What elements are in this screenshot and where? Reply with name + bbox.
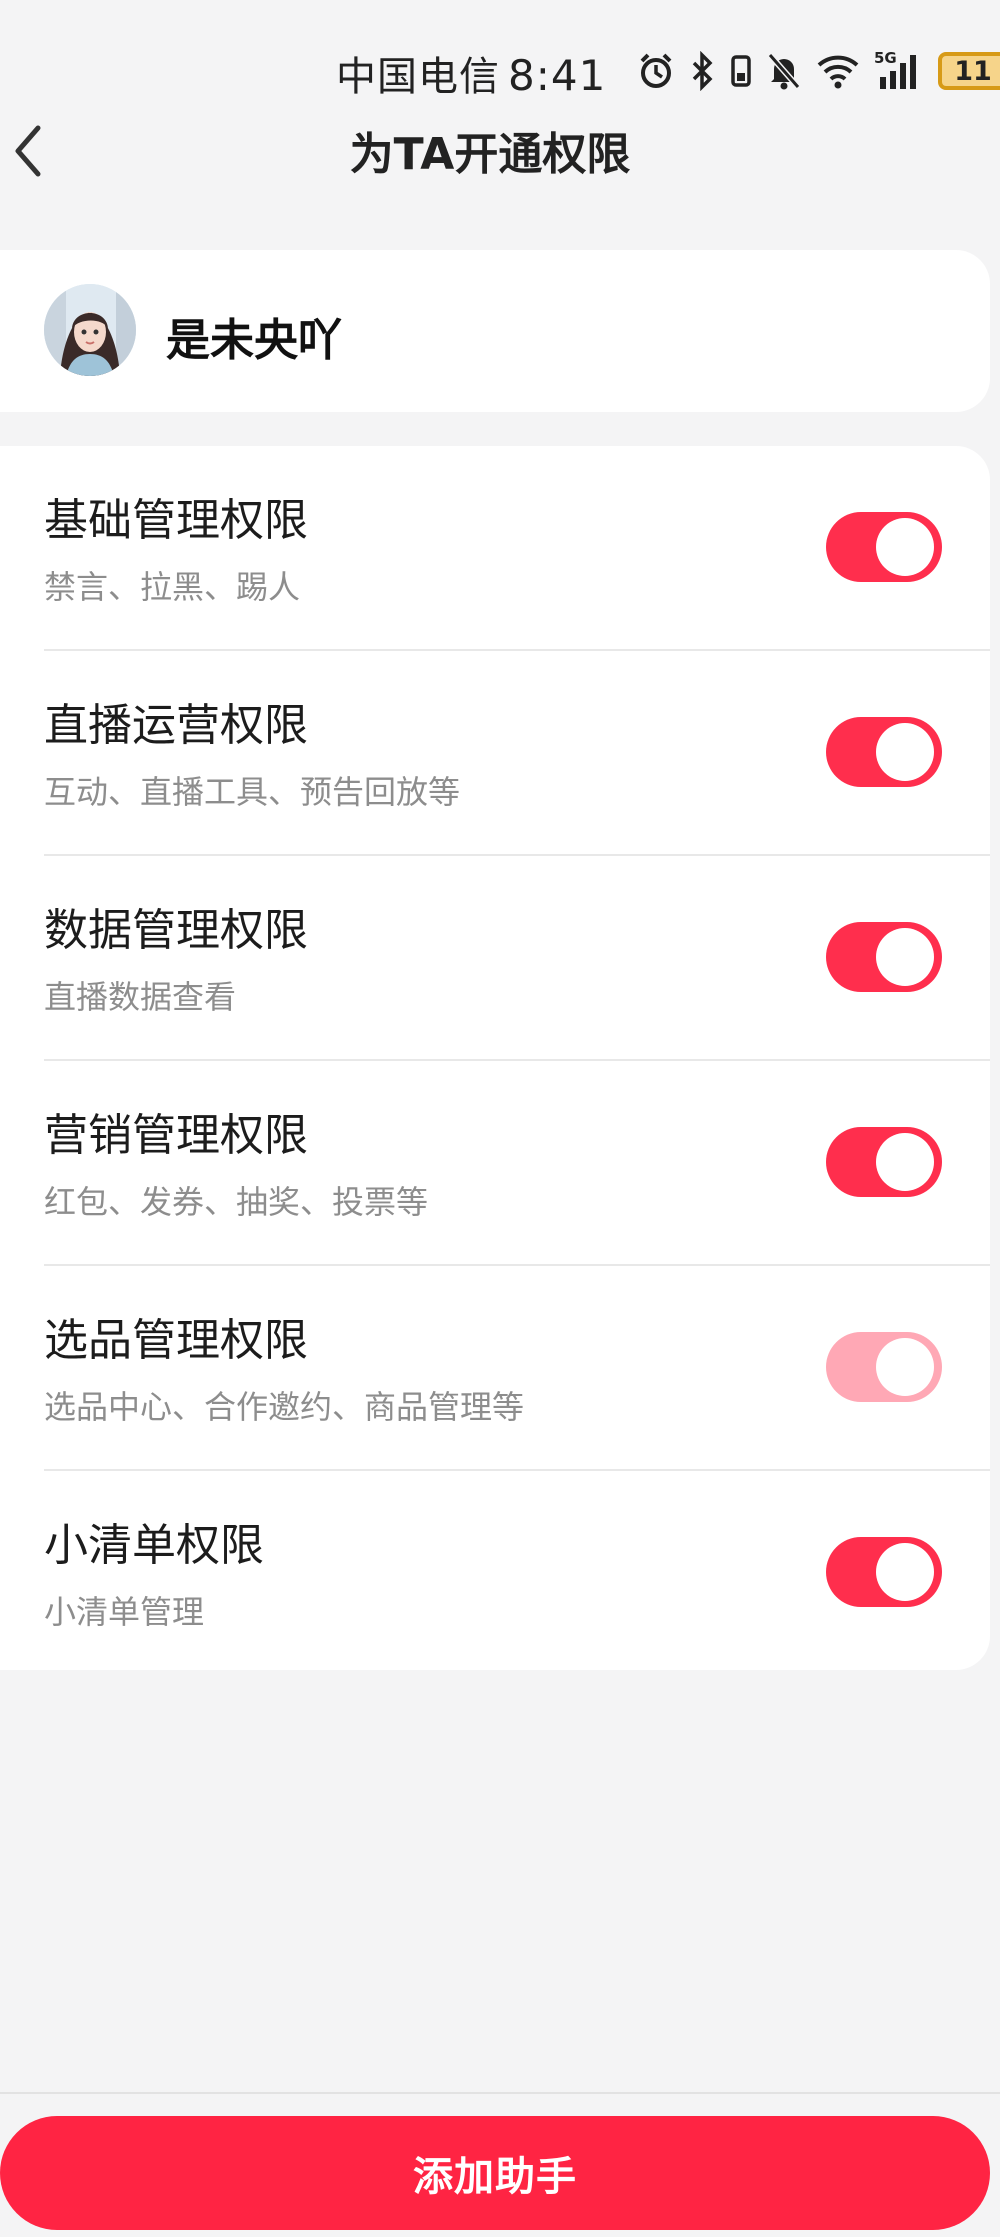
toggle-switch-disabled[interactable] xyxy=(826,1332,942,1402)
signal-icon: 5G xyxy=(874,51,924,91)
app-screen: 中国电信 8:41 5G 11 为TA开通权限 是未央吖 基础管理权限 禁言、拉… xyxy=(0,0,1000,2237)
permission-desc: 直播数据查看 xyxy=(44,978,237,1016)
permission-title: 基础管理权限 xyxy=(44,495,308,546)
status-left: 中国电信 8:41 xyxy=(336,44,606,102)
footer-divider xyxy=(0,2092,1000,2094)
permission-row-mini-list: 小清单权限 小清单管理 xyxy=(0,1471,990,1676)
battery-icon: 11 xyxy=(938,52,1000,90)
status-icons: 5G 11 xyxy=(636,48,1000,94)
toggle-switch[interactable] xyxy=(826,1537,942,1607)
permission-desc: 小清单管理 xyxy=(44,1593,205,1631)
user-card: 是未央吖 xyxy=(0,250,990,412)
permission-desc: 红包、发券、抽奖、投票等 xyxy=(44,1183,429,1221)
user-name: 是未央吖 xyxy=(166,315,342,366)
permission-desc: 选品中心、合作邀约、商品管理等 xyxy=(44,1388,525,1426)
permission-row-marketing: 营销管理权限 红包、发券、抽奖、投票等 xyxy=(0,1061,990,1266)
toggle-knob xyxy=(876,1543,934,1601)
toggle-knob xyxy=(876,1133,934,1191)
vibrate-icon xyxy=(730,51,752,91)
permission-row-data: 数据管理权限 直播数据查看 xyxy=(0,856,990,1061)
add-assistant-label: 添加助手 xyxy=(413,2154,577,2200)
permission-row-live-ops: 直播运营权限 互动、直播工具、预告回放等 xyxy=(0,651,990,856)
battery-level: 11 xyxy=(954,55,992,87)
toggle-switch[interactable] xyxy=(826,922,942,992)
permission-title: 营销管理权限 xyxy=(44,1110,308,1161)
alarm-icon xyxy=(636,51,676,91)
toggle-knob xyxy=(876,928,934,986)
permissions-card: 基础管理权限 禁言、拉黑、踢人 直播运营权限 互动、直播工具、预告回放等 数据管… xyxy=(0,446,990,1670)
page-title: 为TA开通权限 xyxy=(0,118,1000,182)
toggle-knob xyxy=(876,1338,934,1396)
add-assistant-button[interactable]: 添加助手 xyxy=(0,2116,990,2230)
mute-bell-icon xyxy=(766,51,802,91)
toggle-switch[interactable] xyxy=(826,717,942,787)
wifi-icon xyxy=(816,51,860,91)
toggle-knob xyxy=(876,723,934,781)
bluetooth-icon xyxy=(690,51,716,91)
permission-title: 数据管理权限 xyxy=(44,905,308,956)
permission-desc: 互动、直播工具、预告回放等 xyxy=(44,773,461,811)
toggle-switch[interactable] xyxy=(826,512,942,582)
toggle-switch[interactable] xyxy=(826,1127,942,1197)
page-title-text: 为TA开通权限 xyxy=(349,129,631,180)
permission-row-product-selection: 选品管理权限 选品中心、合作邀约、商品管理等 xyxy=(0,1266,990,1471)
carrier-label: 中国电信 xyxy=(336,54,500,100)
toggle-knob xyxy=(876,518,934,576)
permission-title: 直播运营权限 xyxy=(44,700,308,751)
avatar xyxy=(44,284,136,376)
permission-row-basic: 基础管理权限 禁言、拉黑、踢人 xyxy=(0,446,990,651)
permission-title: 小清单权限 xyxy=(44,1520,264,1571)
permission-title: 选品管理权限 xyxy=(44,1315,308,1366)
permission-desc: 禁言、拉黑、踢人 xyxy=(44,568,301,606)
clock: 8:41 xyxy=(508,51,607,100)
